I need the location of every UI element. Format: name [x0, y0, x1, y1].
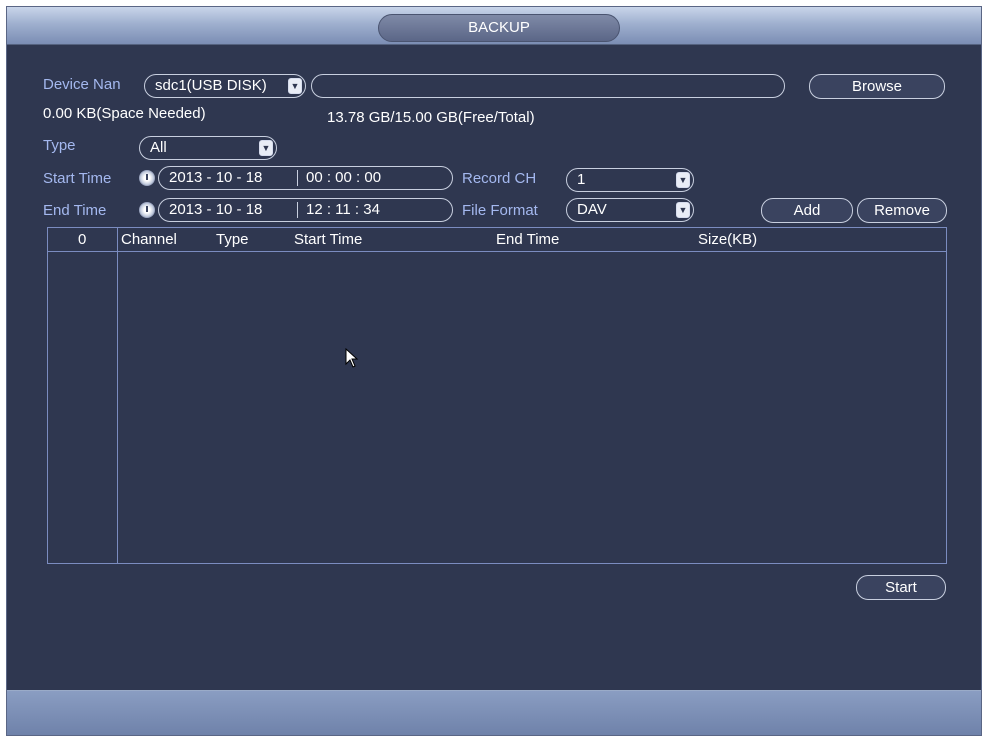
end-time-field[interactable]: 2013 - 10 - 18 12 : 11 : 34	[158, 198, 453, 222]
chevron-down-icon: ▼	[676, 202, 690, 218]
start-time-value[interactable]: 00 : 00 : 00	[306, 167, 381, 189]
file-format-label: File Format	[462, 202, 538, 219]
column-header-type[interactable]: Type	[216, 231, 249, 248]
chevron-down-icon: ▼	[259, 140, 273, 156]
window-title: BACKUP	[378, 14, 620, 42]
backup-file-table[interactable]: 0 Channel Type Start Time End Time Size(…	[47, 227, 947, 564]
type-label: Type	[43, 137, 76, 154]
record-ch-select[interactable]: 1 ▼	[566, 168, 694, 192]
start-date-value[interactable]: 2013 - 10 - 18	[169, 169, 262, 186]
title-bar: BACKUP	[7, 7, 981, 45]
end-time-value[interactable]: 12 : 11 : 34	[306, 199, 380, 221]
backup-window: BACKUP Device Nan sdc1(USB DISK) ▼ Brows…	[6, 6, 982, 736]
space-needed-text: 0.00 KB(Space Needed)	[43, 105, 206, 122]
column-divider	[117, 228, 118, 563]
record-ch-selected-value: 1	[577, 171, 586, 188]
file-count: 0	[78, 231, 87, 248]
footer-bar	[7, 690, 981, 735]
device-selected-value: sdc1(USB DISK)	[155, 77, 267, 94]
separator	[297, 202, 298, 218]
start-time-field[interactable]: 2013 - 10 - 18 00 : 00 : 00	[158, 166, 453, 190]
remove-button[interactable]: Remove	[857, 198, 947, 223]
device-select[interactable]: sdc1(USB DISK) ▼	[144, 74, 306, 98]
add-button[interactable]: Add	[761, 198, 853, 223]
table-header: 0 Channel Type Start Time End Time Size(…	[48, 228, 946, 252]
end-time-label: End Time	[43, 202, 107, 219]
column-header-end-time[interactable]: End Time	[496, 231, 559, 248]
browse-button[interactable]: Browse	[809, 74, 945, 99]
start-time-label: Start Time	[43, 170, 112, 187]
clock-icon[interactable]	[139, 170, 155, 186]
start-button[interactable]: Start	[856, 575, 946, 600]
column-header-start-time[interactable]: Start Time	[294, 231, 362, 248]
file-format-select[interactable]: DAV ▼	[566, 198, 694, 222]
type-select[interactable]: All ▼	[139, 136, 277, 160]
chevron-down-icon: ▼	[288, 78, 302, 94]
column-header-channel[interactable]: Channel	[121, 231, 177, 248]
file-format-selected-value: DAV	[577, 201, 607, 218]
record-ch-label: Record CH	[462, 170, 537, 187]
free-total-text: 13.78 GB/15.00 GB(Free/Total)	[327, 109, 535, 126]
clock-icon[interactable]	[139, 202, 155, 218]
chevron-down-icon: ▼	[676, 172, 690, 188]
column-header-size[interactable]: Size(KB)	[698, 231, 757, 248]
end-date-value[interactable]: 2013 - 10 - 18	[169, 201, 262, 218]
device-name-label: Device Nan	[43, 76, 121, 93]
device-path-field[interactable]	[311, 74, 785, 98]
type-selected-value: All	[150, 139, 167, 156]
separator	[297, 170, 298, 186]
mouse-cursor-icon	[345, 347, 359, 372]
